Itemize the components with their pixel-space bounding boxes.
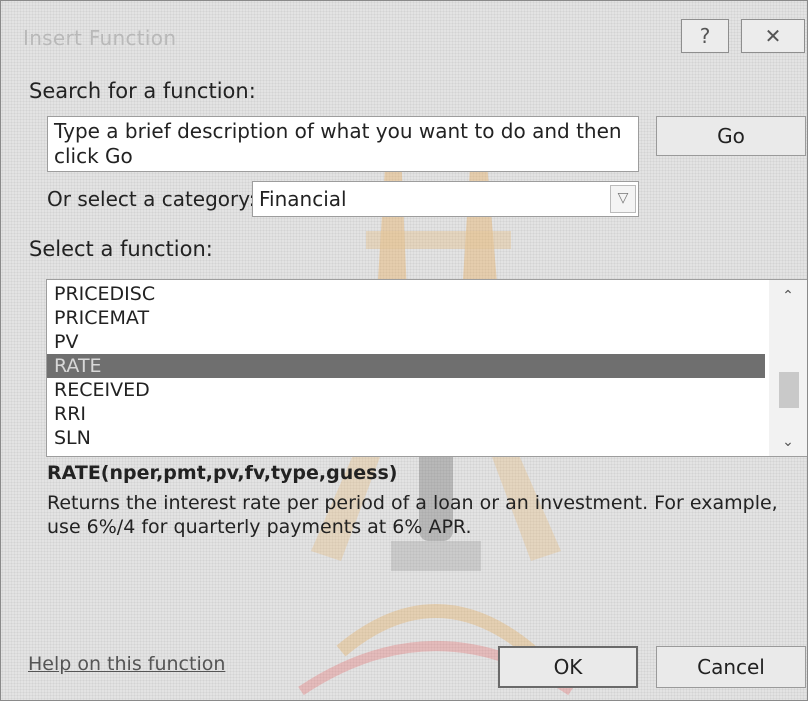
list-scrollbar[interactable]: ⌃ ⌄	[769, 280, 807, 456]
function-description: Returns the interest rate per period of …	[47, 492, 778, 538]
title-bar: Insert Function ? ✕	[1, 1, 807, 69]
category-label: Or select a category:	[47, 187, 256, 211]
chevron-down-icon[interactable]: ▽	[610, 185, 636, 213]
list-item[interactable]: SLN	[47, 426, 765, 450]
function-listbox[interactable]: PRICEDISC PRICEMAT PV RATE RECEIVED RRI …	[46, 279, 807, 457]
list-item[interactable]: RRI	[47, 402, 765, 426]
close-button[interactable]: ✕	[741, 19, 805, 53]
ok-button[interactable]: OK	[498, 646, 638, 688]
search-input[interactable]: Type a brief description of what you wan…	[47, 116, 639, 172]
list-item[interactable]: PV	[47, 330, 765, 354]
dialog-title: Insert Function	[23, 26, 177, 50]
insert-function-dialog: Insert Function ? ✕ Search for a functio…	[0, 0, 808, 701]
scroll-thumb[interactable]	[779, 372, 799, 408]
help-icon: ?	[699, 24, 711, 48]
help-button[interactable]: ?	[681, 19, 729, 53]
list-item[interactable]: PRICEDISC	[47, 282, 765, 306]
category-select[interactable]: Financial ▽	[252, 181, 639, 217]
list-item[interactable]: RECEIVED	[47, 378, 765, 402]
category-selected-value: Financial	[259, 187, 347, 211]
list-item-selected[interactable]: RATE	[47, 354, 765, 378]
search-label: Search for a function:	[29, 79, 256, 103]
list-item[interactable]: PRICEMAT	[47, 306, 765, 330]
go-button[interactable]: Go	[656, 116, 806, 156]
cancel-button[interactable]: Cancel	[656, 646, 806, 688]
scroll-down-icon[interactable]: ⌄	[777, 432, 799, 452]
scroll-up-icon[interactable]: ⌃	[777, 286, 799, 306]
function-list-label: Select a function:	[29, 237, 213, 261]
help-on-function-link[interactable]: Help on this function	[28, 653, 225, 675]
function-signature: RATE(nper,pmt,pv,fv,type,guess)	[47, 462, 398, 484]
close-icon: ✕	[764, 24, 782, 48]
